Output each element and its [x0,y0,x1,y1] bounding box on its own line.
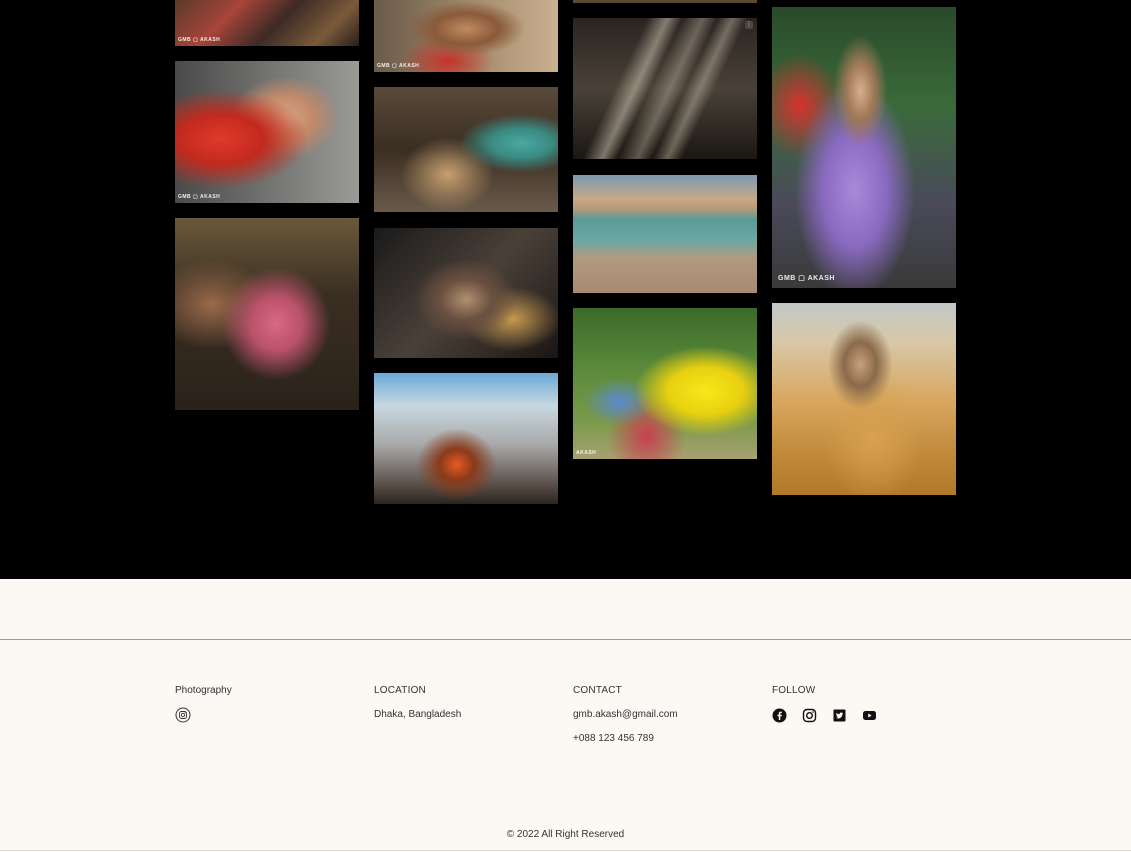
gallery-photo-girl-workshop[interactable] [175,218,359,410]
footer-location-heading: LOCATION [374,685,426,696]
gallery-photo-top-strip[interactable] [573,0,757,3]
gallery-photo-yellow-dress[interactable]: AKASH [573,308,757,459]
gallery-photo-rickshaw-man[interactable]: GMB ▢ AKASH [772,7,956,288]
gallery-photo-mother-child[interactable]: GMB ▢ AKASH [175,61,359,203]
footer-spacer [0,579,1131,639]
photo-watermark: GMB ▢ AKASH [377,63,420,69]
facebook-icon[interactable] [772,708,787,723]
twitter-icon[interactable] [832,708,847,723]
copyright-text: © 2022 All Right Reserved [506,829,625,840]
page-bottom-border [0,850,1131,851]
gallery-photo-crowd[interactable]: GMB ▢ AKASH [175,0,359,46]
gallery-photo-lake-sleeping[interactable] [573,175,757,293]
footer-divider [0,639,1131,640]
footer-contact-email[interactable]: gmb.akash@gmail.com [573,709,678,720]
footer-brand-label: Photography [175,685,232,696]
gallery-photo-light-beams[interactable]: ⋮ [573,18,757,159]
gallery-photo-sieve-girl[interactable] [772,303,956,495]
instagram-outline-icon[interactable] [175,707,191,723]
photo-watermark: AKASH [576,450,597,456]
footer-contact-phone[interactable]: +088 123 456 789 [573,733,654,744]
gallery-photo-smoke-workers[interactable] [374,373,558,504]
youtube-icon[interactable] [862,708,877,723]
footer-follow-heading: FOLLOW [772,685,816,696]
photo-gallery: GMB ▢ AKASH GMB ▢ AKASH GMB ▢ AKASH ⋮ AK… [0,0,1131,579]
photo-watermark: GMB ▢ AKASH [178,194,221,200]
photo-watermark: GMB ▢ AKASH [778,275,835,282]
photo-watermark: GMB ▢ AKASH [178,37,221,43]
photo-menu-icon[interactable]: ⋮ [745,21,753,29]
gallery-photo-family-meal[interactable] [374,87,558,212]
footer-location-value: Dhaka, Bangladesh [374,709,462,720]
instagram-icon[interactable] [802,708,817,723]
gallery-photo-boy-portrait[interactable]: GMB ▢ AKASH [374,0,558,72]
footer-contact-heading: CONTACT [573,685,622,696]
gallery-photo-factory-boy[interactable] [374,228,558,358]
